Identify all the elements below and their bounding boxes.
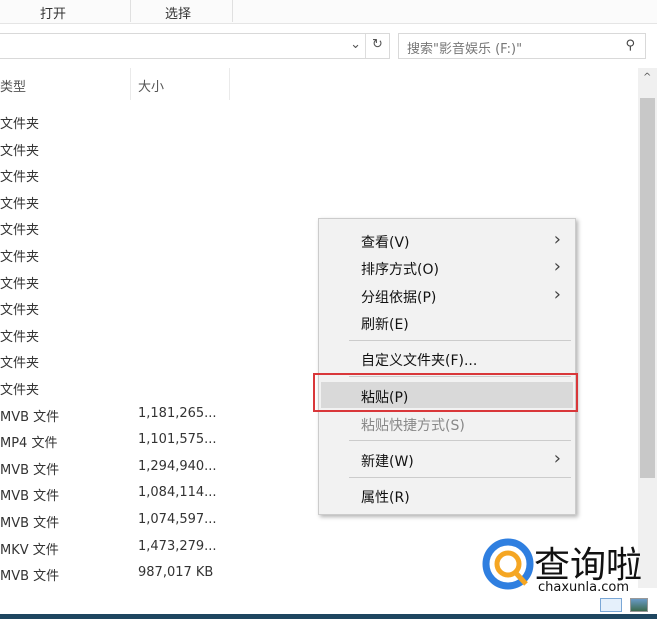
file-size: 987,017 KB (138, 565, 214, 581)
taskbar-edge (0, 614, 657, 619)
file-row[interactable]: MVB 文件 1,181,265... (0, 401, 240, 427)
file-row[interactable]: 文件夹 (0, 374, 240, 400)
divider (130, 68, 131, 100)
chevron-right-icon: › (553, 448, 561, 469)
file-row[interactable]: MVB 文件 1,074,597... (0, 507, 240, 533)
file-size: 1,074,597... (138, 512, 217, 527)
column-type[interactable]: 类型 (0, 68, 26, 100)
file-type: MVB 文件 (0, 516, 60, 531)
menu-item-label: 刷新(E) (361, 317, 409, 333)
menu-item[interactable]: 刷新(E) (321, 309, 573, 335)
file-size: 1,181,265... (138, 405, 217, 421)
file-type: MP4 文件 (0, 436, 58, 452)
file-row[interactable]: 文件夹 (0, 321, 240, 347)
menu-item-label: 新建(W) (361, 454, 414, 470)
details-view-icon[interactable] (600, 598, 622, 612)
file-type: MVB 文件 (0, 569, 60, 585)
search-input[interactable]: 搜索"影音娱乐 (F:)" ⚲ (398, 33, 646, 59)
thumbnail-view-icon[interactable] (630, 598, 648, 612)
menu-item-label: 自定义文件夹(F)... (361, 353, 478, 369)
chevron-right-icon: › (553, 256, 561, 277)
file-size: 1,101,575... (138, 432, 217, 448)
watermark-logo: 查询啦 chaxunla.com (482, 536, 657, 600)
menu-item[interactable]: 查看(V) › (321, 227, 573, 253)
file-row[interactable]: 文件夹 (0, 268, 240, 294)
ribbon-open[interactable]: 打开 (40, 3, 66, 22)
scrollbar-thumb[interactable] (640, 98, 655, 478)
scroll-up-icon[interactable]: ^ (643, 72, 651, 83)
file-type: 文件夹 (0, 383, 40, 398)
address-bar[interactable]: ⌄ ↻ (0, 33, 390, 59)
file-row[interactable]: MP4 文件 1,101,575... (0, 427, 240, 453)
file-row[interactable]: 文件夹 (0, 188, 240, 214)
scrollbar[interactable]: ^ (638, 68, 657, 588)
file-type: 文件夹 (0, 117, 40, 132)
menu-item-label: 排序方式(O) (361, 262, 439, 278)
file-row[interactable]: 文件夹 (0, 294, 240, 320)
file-size: 1,473,279... (138, 538, 217, 554)
menu-item[interactable]: 排序方式(O) › (321, 254, 573, 280)
file-type: MVB 文件 (0, 409, 60, 425)
file-type: MVB 文件 (0, 489, 60, 505)
search-placeholder: 搜索"影音娱乐 (F:)" (407, 42, 523, 57)
ribbon: 打开 选择 (0, 0, 657, 24)
menu-item-label: 粘贴快捷方式(S) (361, 418, 465, 434)
divider (229, 68, 230, 100)
menu-separator (349, 340, 571, 341)
search-icon[interactable]: ⚲ (625, 38, 635, 53)
file-type: 文件夹 (0, 276, 40, 292)
logo-icon (482, 538, 534, 590)
file-row[interactable]: 文件夹 (0, 108, 240, 134)
refresh-icon[interactable]: ↻ (365, 34, 389, 58)
file-size: 1,084,114... (138, 485, 217, 501)
file-type: 文件夹 (0, 356, 40, 372)
menu-item-label: 查看(V) (361, 235, 410, 251)
file-row[interactable]: 文件夹 (0, 347, 240, 373)
context-menu: 查看(V) › 排序方式(O) › 分组依据(P) › 刷新(E) 自定义文件夹(F)... 粘… (318, 218, 576, 515)
logo-domain: chaxunla.com (538, 580, 629, 595)
menu-item-label: 分组依据(P) (361, 290, 437, 306)
file-row[interactable]: 文件夹 (0, 214, 240, 240)
file-type: 文件夹 (0, 170, 40, 186)
file-row[interactable]: MKV 文件 1,473,279... (0, 534, 240, 560)
file-size: 1,294,940... (138, 458, 217, 474)
file-type: 文件夹 (0, 250, 40, 265)
file-row[interactable]: 文件夹 (0, 161, 240, 187)
divider (130, 0, 131, 22)
menu-item[interactable]: 分组依据(P) › (321, 282, 573, 308)
file-row[interactable]: MVB 文件 1,294,940... (0, 454, 240, 480)
file-type: 文件夹 (0, 196, 40, 212)
file-type: MVB 文件 (0, 462, 60, 478)
file-type: 文件夹 (0, 329, 40, 345)
menu-item[interactable]: 属性(R) (321, 482, 573, 508)
highlight-box (313, 373, 578, 412)
file-row[interactable]: 文件夹 (0, 241, 240, 267)
ribbon-select[interactable]: 选择 (165, 3, 191, 22)
chevron-down-icon[interactable]: ⌄ (350, 37, 361, 52)
file-type: 文件夹 (0, 223, 40, 239)
menu-item[interactable]: 新建(W) › (321, 446, 573, 472)
menu-separator (349, 477, 571, 478)
file-type: 文件夹 (0, 303, 40, 319)
file-row[interactable]: MVB 文件 1,084,114... (0, 480, 240, 506)
chevron-right-icon: › (553, 284, 561, 305)
menu-item: 粘贴快捷方式(S) (321, 410, 573, 436)
file-type: 文件夹 (0, 143, 40, 159)
divider (232, 0, 233, 22)
column-size[interactable]: 大小 (138, 68, 164, 100)
menu-item[interactable]: 自定义文件夹(F)... (321, 345, 573, 371)
file-type: MKV 文件 (0, 542, 59, 558)
menu-item-label: 属性(R) (361, 490, 410, 506)
menu-separator (349, 440, 571, 441)
file-row[interactable]: 文件夹 (0, 135, 240, 161)
chevron-right-icon: › (553, 229, 561, 250)
file-row[interactable]: MVB 文件 987,017 KB (0, 560, 240, 586)
